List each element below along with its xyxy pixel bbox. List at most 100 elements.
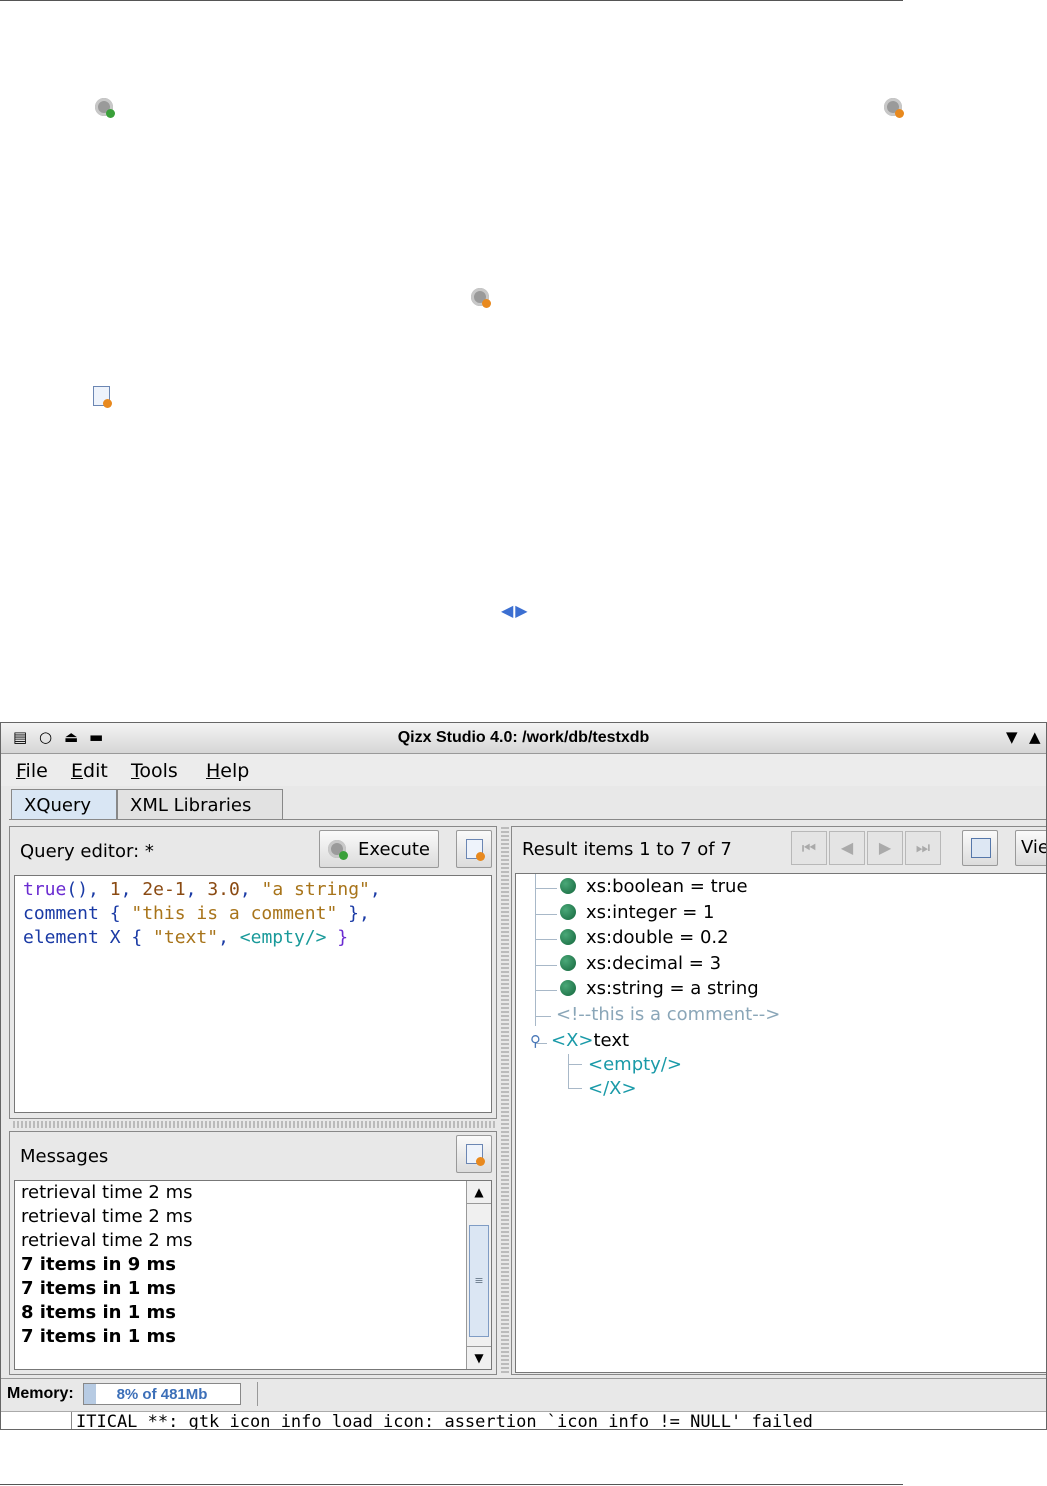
export-results-button[interactable] — [962, 830, 998, 866]
menu-tools[interactable]: Tools — [131, 760, 178, 782]
result-item-text: xs:boolean = true — [586, 876, 748, 897]
code-token: , — [369, 879, 381, 900]
result-item[interactable]: xs:integer = 1 — [560, 902, 715, 923]
last-page-button[interactable]: ⏭ — [905, 831, 941, 865]
memory-usage-bar[interactable]: 8% of 481Mb — [83, 1383, 241, 1405]
results-panel: Result items 1 to 7 of 7 ⏮ ◀ ▶ ⏭ Vie xs:… — [511, 826, 1046, 1375]
tree-branch — [535, 1015, 551, 1017]
view-button[interactable]: Vie — [1015, 830, 1046, 866]
document-icon — [93, 386, 112, 408]
atomic-value-icon — [560, 903, 576, 920]
tab-xquery[interactable]: XQuery — [11, 789, 117, 819]
code-token: , — [239, 879, 262, 900]
vertical-splitter[interactable] — [501, 827, 509, 1375]
window-collapse-icon[interactable]: ▼ — [1006, 728, 1018, 746]
code-token: "text" — [153, 927, 219, 948]
menu-bar: File Edit Tools Help — [1, 754, 1046, 786]
tree-child-branch — [568, 1088, 582, 1089]
tree-branch — [535, 913, 557, 915]
element-text: text — [593, 1030, 630, 1051]
atomic-value-icon — [560, 878, 576, 894]
menu-file[interactable]: File — [16, 760, 48, 782]
previous-page-button[interactable]: ◀ — [829, 831, 865, 865]
tree-branch — [535, 939, 557, 940]
code-token: true — [23, 879, 67, 900]
messages-clear-button[interactable] — [456, 1135, 492, 1173]
query-editor-header: Query editor: * — [20, 841, 154, 862]
element-node-x[interactable]: ⚲ <X>text — [530, 1030, 629, 1051]
code-token: 1 — [109, 879, 121, 900]
message-line: retrieval time 2 ms — [21, 1206, 193, 1227]
window-title: Qizx Studio 4.0: /work/db/testxdb — [397, 729, 650, 746]
code-token: "a string" — [261, 879, 370, 900]
tree-trunk — [535, 874, 536, 1026]
execute-gear-icon — [95, 98, 115, 118]
result-comment-node[interactable]: <!--this is a comment--> — [556, 1004, 780, 1025]
results-tree[interactable]: xs:boolean = true xs:integer = 1 xs:double… — [515, 873, 1046, 1373]
code-token: X { — [98, 927, 154, 948]
code-line: true(), 1, 2e-1, 3.0, "a string", — [23, 878, 483, 902]
result-item-text: xs:string = a string — [586, 978, 759, 999]
code-token: { — [98, 903, 132, 924]
tree-child-trunk — [568, 1054, 569, 1088]
element-child-empty[interactable]: <empty/> — [588, 1054, 682, 1075]
top-rule — [0, 0, 903, 1]
atomic-value-icon — [560, 980, 576, 996]
tree-branch — [535, 990, 557, 991]
document-icon — [466, 1144, 485, 1166]
menu-help[interactable]: Help — [206, 760, 249, 782]
code-line: element X { "text", <empty/> } — [23, 926, 483, 950]
scroll-thumb[interactable]: ≡ — [469, 1225, 489, 1337]
atomic-value-icon — [560, 954, 576, 971]
stop-gear-icon — [884, 98, 904, 118]
title-bar: ▤ ○ ⏏ ▬ Qizx Studio 4.0: /work/db/testxd… — [1, 723, 1046, 754]
messages-scrollbar[interactable]: ▲ ≡ ▼ — [466, 1181, 491, 1369]
terminal-line: ITICAL **: gtk_icon_info_load_icon: asse… — [76, 1412, 813, 1430]
tree-child-branch — [568, 1064, 582, 1065]
memory-usage-text: 8% of 481Mb — [116, 1386, 208, 1403]
code-token: () — [66, 879, 89, 900]
bottom-rule — [0, 1484, 903, 1485]
prev-next-arrows-icon: ◀▶ — [501, 601, 530, 620]
window-raise-icon[interactable]: ▲ — [1029, 728, 1041, 746]
next-page-button[interactable]: ▶ — [867, 831, 903, 865]
code-token: , — [185, 879, 208, 900]
status-bar: Memory: 8% of 481Mb — [1, 1378, 1046, 1409]
tab-xml-libraries[interactable]: XML Libraries — [117, 789, 283, 819]
code-token: }, — [337, 903, 370, 924]
first-page-button[interactable]: ⏮ — [791, 831, 827, 865]
code-token: "this is a comment" — [131, 903, 338, 924]
menu-edit[interactable]: Edit — [71, 760, 108, 782]
memory-label: Memory: — [7, 1385, 74, 1402]
result-item-text: <!--this is a comment--> — [556, 1003, 781, 1025]
message-line: 7 items in 9 ms — [21, 1254, 177, 1275]
result-navigation: ⏮ ◀ ▶ ⏭ — [791, 831, 943, 865]
query-editor-panel: Query editor: * Execute true(), 1, 2e-1,… — [9, 826, 497, 1119]
result-item[interactable]: xs:string = a string — [560, 978, 759, 999]
result-item[interactable]: xs:decimal = 3 — [560, 953, 721, 974]
result-item[interactable]: xs:double = 0.2 — [560, 927, 729, 948]
query-editor-textarea[interactable]: true(), 1, 2e-1, 3.0, "a string", comment… — [14, 875, 492, 1113]
results-header: Result items 1 to 7 of 7 — [522, 839, 732, 860]
result-item[interactable]: xs:boolean = true — [560, 876, 748, 897]
horizontal-splitter[interactable] — [13, 1121, 495, 1128]
document-icon — [466, 839, 485, 861]
tree-branch — [535, 888, 557, 889]
scroll-up-icon[interactable]: ▲ — [467, 1181, 491, 1204]
result-item-text: xs:double = 0.2 — [586, 927, 729, 948]
element-close-tag: </X> — [588, 1078, 637, 1099]
scroll-down-icon[interactable]: ▼ — [467, 1346, 491, 1369]
tree-branch — [535, 964, 557, 966]
expand-handle-icon[interactable]: ⚲ — [530, 1032, 541, 1050]
code-token: } — [326, 927, 349, 948]
messages-panel: Messages retrieval time 2 ms retrieval ti… — [9, 1131, 497, 1375]
execute-button[interactable]: Execute — [319, 830, 439, 868]
message-line: 7 items in 1 ms — [21, 1278, 177, 1299]
message-line: retrieval time 2 ms — [21, 1230, 193, 1251]
messages-list[interactable]: retrieval time 2 ms retrieval time 2 ms re… — [14, 1180, 492, 1370]
editor-clear-button[interactable] — [456, 830, 492, 868]
code-token: 2e-1 — [142, 879, 186, 900]
code-token: comment — [23, 903, 99, 924]
code-token: , — [120, 879, 143, 900]
code-token: , — [218, 927, 240, 948]
